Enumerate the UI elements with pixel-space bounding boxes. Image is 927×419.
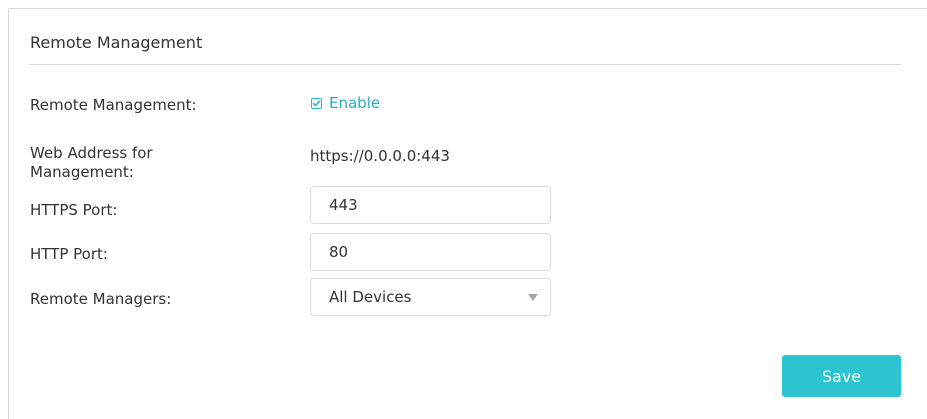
section-divider [30, 64, 901, 65]
https-port-input[interactable] [311, 187, 550, 223]
section-title: Remote Management [30, 33, 203, 52]
enable-remote-management-toggle[interactable]: Enable [311, 94, 380, 112]
remote-managers-label: Remote Managers: [30, 290, 172, 308]
https-port-field[interactable] [310, 186, 551, 224]
remote-managers-selected-value: All Devices [329, 288, 412, 306]
http-port-input[interactable] [311, 234, 550, 270]
https-port-label: HTTPS Port: [30, 201, 118, 219]
web-address-value: https://0.0.0.0:443 [310, 147, 450, 165]
remote-management-panel: Remote Management Remote Management: Ena… [8, 8, 927, 419]
http-port-label: HTTP Port: [30, 245, 108, 263]
checkmark-icon [312, 99, 321, 106]
http-port-field[interactable] [310, 233, 551, 271]
save-button[interactable]: Save [782, 355, 901, 397]
web-address-label: Web Address for Management: [30, 144, 153, 181]
remote-management-label: Remote Management: [30, 96, 197, 114]
remote-managers-select[interactable]: All Devices [310, 278, 551, 316]
chevron-down-icon[interactable] [528, 294, 538, 301]
enable-checkbox[interactable] [311, 97, 322, 109]
enable-checkbox-label[interactable]: Enable [329, 94, 380, 112]
